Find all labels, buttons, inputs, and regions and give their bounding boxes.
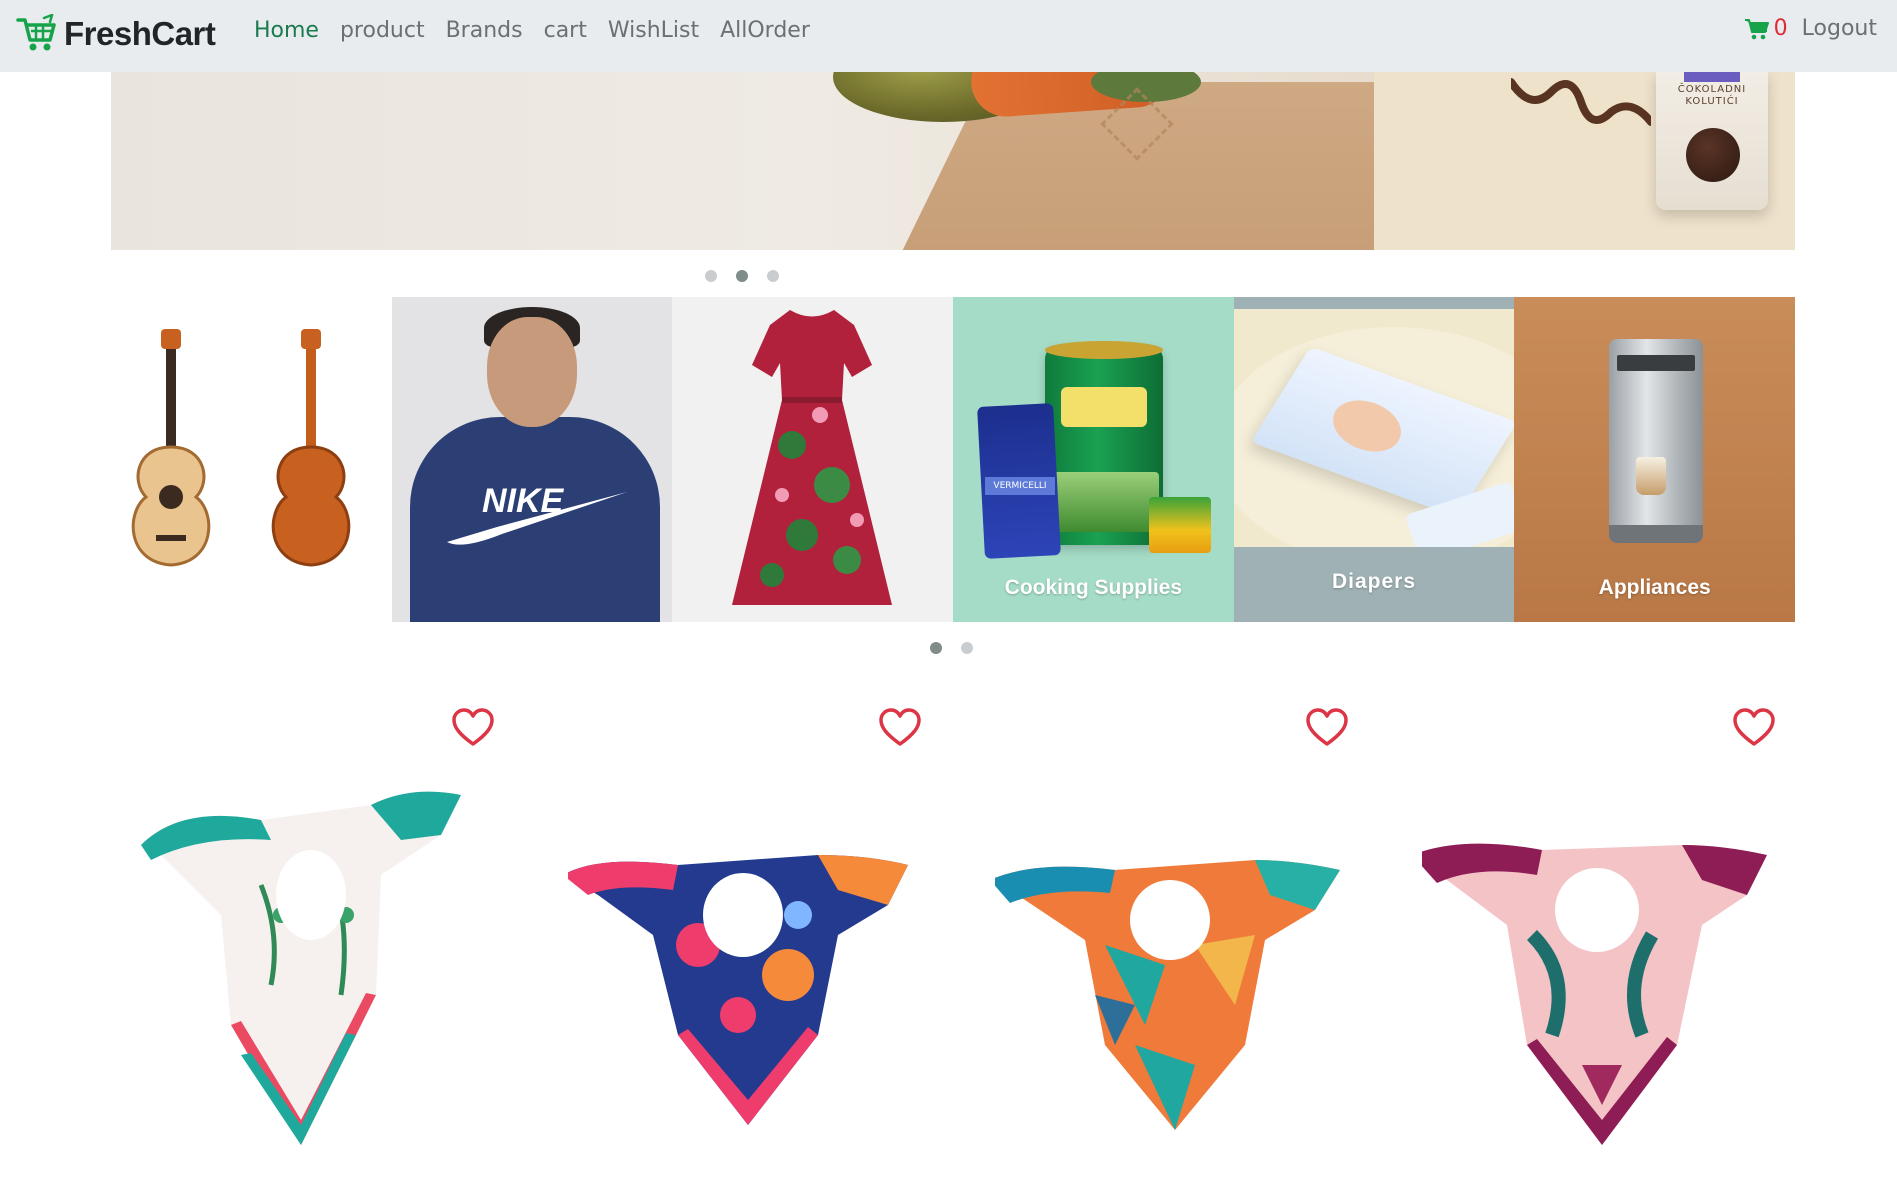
chocolate-cookies-banner: ČOKOLADNI KOLUTIĆI [1374,72,1795,250]
guitars-image [131,329,351,567]
category-men-fashion[interactable]: NIKE [391,297,673,622]
category-label: Diapers [1332,570,1417,593]
category-appliances[interactable]: Appliances [1514,297,1795,622]
slider-dot-1[interactable] [930,642,942,654]
nav-link-product[interactable]: product [340,18,425,43]
brand-name: FreshCart [64,15,216,52]
brand-logo[interactable]: FreshCart [16,14,216,54]
category-diapers[interactable]: Diapers [1233,297,1515,622]
shopping-cart-icon[interactable] [1744,17,1770,41]
product-card[interactable] [1392,690,1815,1195]
package-title: ČOKOLADNI KOLUTIĆI [1677,84,1747,107]
floral-dress-image [732,310,893,605]
nav-link-brands[interactable]: Brands [446,18,523,43]
main-slider-dots [705,270,798,282]
scarf-white-green-image [141,791,461,1145]
machine-base-shape [1609,525,1704,543]
category-cooking-supplies[interactable]: VERMICELLI Cooking Supplies [953,297,1234,622]
product-card[interactable] [538,690,961,1195]
latte-cup-shape [1636,457,1667,495]
category-label: Appliances [1598,576,1711,599]
shopping-cart-icon [16,14,56,51]
heart-outline-icon[interactable] [1305,708,1349,748]
chocolate-package: ČOKOLADNI KOLUTIĆI [1656,72,1768,210]
pasta-label: VERMICELLI [985,477,1056,495]
slider-dot-2[interactable] [961,642,973,654]
nike-logo: NIKE [446,482,627,545]
category-label: Cooking Supplies [1004,576,1183,599]
cart-count-badge[interactable]: 0 [1774,16,1788,41]
nav-link-home[interactable]: Home [254,18,319,43]
main-slider[interactable]: ČOKOLADNI KOLUTIĆI [111,72,1795,250]
nav-link-allorder[interactable]: AllOrder [720,18,810,43]
category-music[interactable] [111,297,392,622]
navbar: FreshCart Home product Brands cart WishL… [0,0,1897,72]
slider-dot-2[interactable] [736,270,748,282]
banner-top-strip [1233,297,1515,309]
scarf-navy-pink-image [568,855,908,1125]
nav-right: 0 Logout [1744,16,1877,41]
logout-link[interactable]: Logout [1802,16,1877,41]
scarf-burgundy-pink-image [1422,843,1767,1145]
chocolate-cookie-shape [1686,128,1740,182]
groceries-bag-banner [111,72,1505,250]
heart-outline-icon[interactable] [878,708,922,748]
slider-dot-1[interactable] [705,270,717,282]
nav-link-wishlist[interactable]: WishList [608,18,699,43]
chocolate-drip-shape [1511,78,1651,126]
product-card[interactable] [965,690,1388,1195]
category-slider[interactable]: NIKE VERMICELLI Cooking Supplies Diapers… [111,297,1795,622]
nav-links: Home product Brands cart WishList AllOrd… [254,18,831,43]
slider-dot-3[interactable] [767,270,779,282]
heart-outline-icon[interactable] [451,708,495,748]
product-card[interactable] [111,690,534,1195]
scarf-teal-orange-image [995,860,1340,1130]
can-lid-shape [1045,341,1164,359]
nav-link-cart[interactable]: cart [544,18,587,43]
category-women-fashion[interactable] [672,297,954,622]
package-top-band [1684,72,1740,82]
can-field-shape [1051,472,1160,532]
category-slider-dots [930,642,992,654]
product-grid [111,690,1795,1195]
stock-box-shape [1149,497,1212,553]
head-shape [486,317,577,427]
can-logo-shape [1061,387,1148,427]
machine-panel-shape [1617,355,1696,371]
heart-outline-icon[interactable] [1732,708,1776,748]
